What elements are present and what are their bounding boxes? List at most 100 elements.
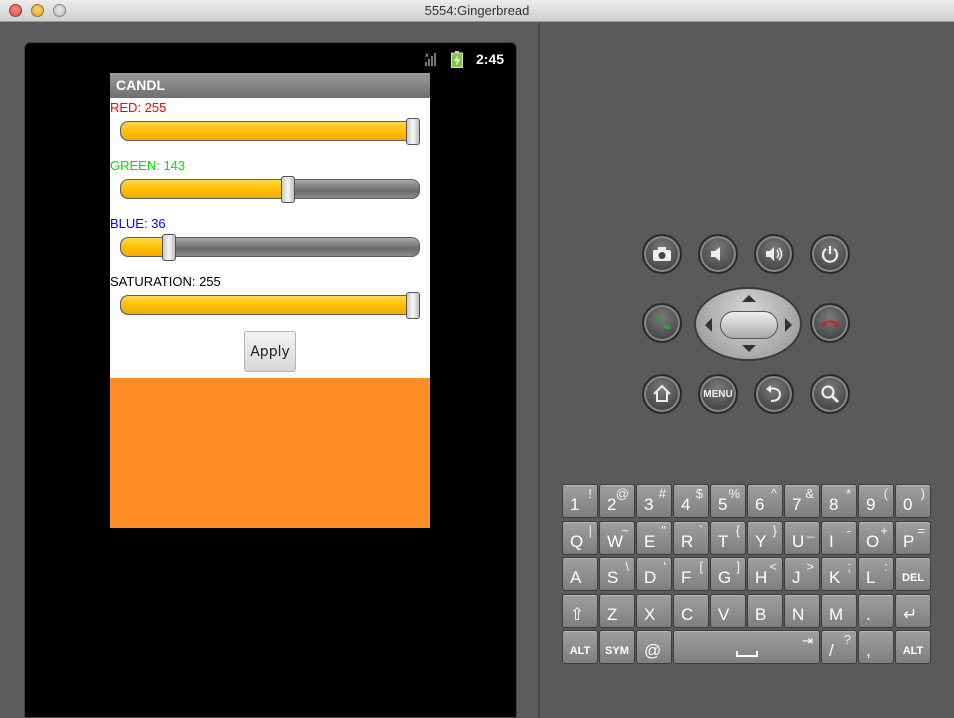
saturation-slider-thumb[interactable]	[406, 292, 420, 319]
key-7[interactable]: 7 &	[784, 484, 820, 518]
key-label: A	[570, 568, 582, 587]
key-sym2[interactable]: @	[636, 630, 672, 664]
key-y[interactable]: Y}	[747, 520, 783, 555]
red-slider[interactable]	[120, 118, 420, 145]
key-e[interactable]: E "	[636, 520, 672, 555]
call-button[interactable]	[642, 303, 682, 343]
key-label: /	[829, 641, 834, 660]
key-label: 7	[792, 495, 802, 514]
key-r[interactable]: R `	[673, 520, 709, 555]
key-o[interactable]: O +	[858, 520, 894, 555]
key-label: H	[755, 568, 768, 587]
key-c[interactable]: C	[673, 593, 709, 628]
dpad-left-icon[interactable]	[705, 318, 712, 332]
dpad-center-button[interactable]	[720, 311, 778, 339]
key-j[interactable]: J >	[784, 557, 820, 591]
key-alt-label: $	[695, 486, 703, 501]
key-0[interactable]: 0)	[895, 484, 931, 518]
key-v[interactable]: V	[710, 593, 746, 628]
key-q[interactable]: Q |	[562, 520, 598, 555]
green-slider[interactable]	[120, 176, 420, 203]
key-g[interactable]: G]	[710, 557, 746, 591]
saturation-slider-fill	[121, 296, 417, 314]
signal-icon: x	[425, 52, 436, 66]
key-1[interactable]: 1!	[562, 484, 598, 518]
key-z[interactable]: Z	[599, 593, 635, 628]
key-label: N	[792, 604, 805, 624]
key-sym[interactable]: SYM	[599, 630, 635, 664]
dpad[interactable]	[694, 287, 802, 361]
key-k[interactable]: K;	[821, 557, 857, 591]
window-minimize-button[interactable]	[31, 4, 44, 17]
end-call-button[interactable]	[810, 303, 850, 343]
key-5[interactable]: 5%	[710, 484, 746, 518]
key-alt-6[interactable]: ALT	[895, 630, 931, 664]
key-a[interactable]: A	[562, 557, 598, 591]
key-label: ,	[866, 641, 871, 660]
red-slider-thumb[interactable]	[406, 118, 420, 145]
key-3[interactable]: 3 #	[636, 484, 672, 518]
key-alt-label: `	[698, 522, 703, 538]
green-slider-thumb[interactable]	[281, 176, 296, 203]
dpad-down-icon[interactable]	[742, 345, 756, 352]
key-del[interactable]: DEL	[895, 557, 931, 591]
key-alt-0[interactable]: ALT	[562, 630, 598, 664]
volume-up-button[interactable]	[754, 234, 794, 274]
key-sym4[interactable]: /?	[821, 630, 857, 664]
key-label: ⇧	[570, 604, 585, 624]
key-label: R	[681, 531, 694, 551]
key-d[interactable]: D '	[636, 557, 672, 591]
blue-slider[interactable]	[120, 234, 420, 261]
key-label: J	[792, 568, 801, 587]
key-2[interactable]: 2 @	[599, 484, 635, 518]
key-9[interactable]: 9(	[858, 484, 894, 518]
apply-button[interactable]: Apply	[244, 331, 296, 372]
search-button[interactable]	[810, 374, 850, 414]
menu-button-label: MENU	[703, 388, 733, 400]
key-f[interactable]: F[	[673, 557, 709, 591]
key-alt-label: }	[772, 522, 777, 538]
key-w[interactable]: W ~	[599, 520, 635, 555]
key-sym5[interactable]: ,	[858, 630, 894, 664]
menu-button[interactable]: MENU	[698, 374, 738, 414]
key-t[interactable]: T{	[710, 520, 746, 555]
key-x[interactable]: X	[636, 593, 672, 628]
saturation-slider[interactable]	[120, 292, 420, 319]
key-4[interactable]: 4 $	[673, 484, 709, 518]
home-button[interactable]	[642, 374, 682, 414]
key-l[interactable]: L:	[858, 557, 894, 591]
key-i[interactable]: I-	[821, 520, 857, 555]
key-m[interactable]: M	[821, 593, 857, 628]
key-8[interactable]: 8 *	[821, 484, 857, 518]
key-p[interactable]: P =	[895, 520, 931, 555]
dpad-right-icon[interactable]	[785, 318, 792, 332]
key-space[interactable]: ⇥	[673, 630, 820, 664]
key-shift[interactable]: ⇧	[562, 593, 598, 628]
key-sym8[interactable]: .	[858, 593, 894, 628]
green-slider-fill	[121, 180, 293, 198]
camera-button[interactable]	[642, 234, 682, 274]
key-u[interactable]: U _	[784, 520, 820, 555]
key-s[interactable]: S \	[599, 557, 635, 591]
key-6[interactable]: 6 ^	[747, 484, 783, 518]
key-label: 8	[829, 495, 839, 514]
back-button[interactable]	[754, 374, 794, 414]
window-title: 5554:Gingerbread	[424, 3, 530, 18]
blue-slider-thumb[interactable]	[162, 234, 177, 261]
key-label: U	[792, 531, 805, 551]
key-h[interactable]: H <	[747, 557, 783, 591]
key-b[interactable]: B	[747, 593, 783, 628]
dpad-up-icon[interactable]	[742, 295, 756, 302]
power-button[interactable]	[810, 234, 850, 274]
key-alt-label: =	[917, 522, 925, 538]
key-enter[interactable]: ↵	[895, 593, 931, 628]
search-icon	[821, 385, 840, 404]
key-n[interactable]: N	[784, 593, 820, 628]
window-zoom-button[interactable]	[53, 4, 66, 17]
window-close-button[interactable]	[9, 4, 22, 17]
saturation-label: SATURATION: 255	[110, 274, 221, 289]
key-label: M	[829, 604, 844, 624]
volume-down-button[interactable]	[698, 234, 738, 274]
key-label: 1	[570, 495, 580, 514]
key-alt-label: _	[806, 522, 814, 538]
